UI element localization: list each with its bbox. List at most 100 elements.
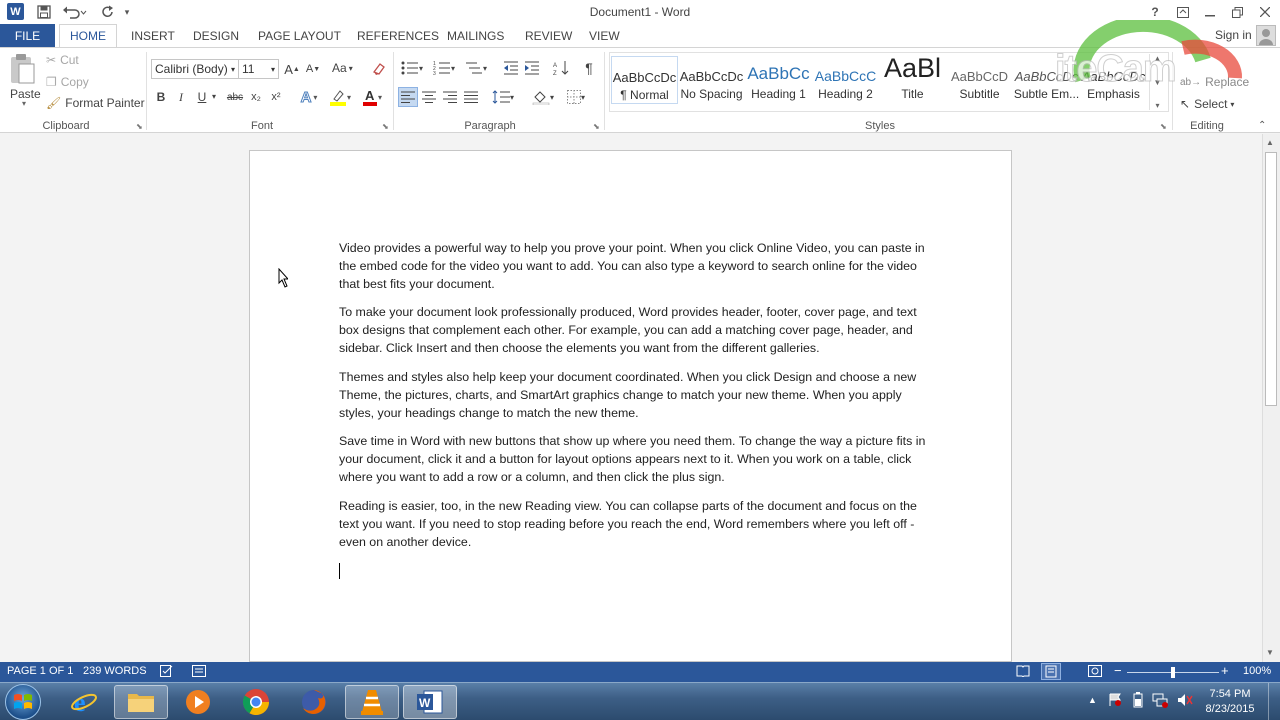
tab-design[interactable]: DESIGN — [183, 24, 249, 48]
tab-page-layout[interactable]: PAGE LAYOUT — [248, 24, 351, 48]
replace-button[interactable]: ab→ Replace — [1180, 75, 1249, 89]
font-color-icon[interactable]: A ▾ — [359, 87, 385, 107]
media-player-icon[interactable] — [171, 685, 225, 719]
help-button[interactable]: ? — [1142, 0, 1168, 24]
start-button[interactable] — [5, 684, 41, 720]
macro-icon[interactable] — [192, 665, 206, 680]
clock-date[interactable]: 8/23/2015 — [1198, 703, 1262, 715]
show-hidden-icons[interactable]: ▲ — [1088, 695, 1097, 705]
tab-mailings[interactable]: MAILINGS — [437, 24, 514, 48]
flag-icon[interactable] — [1108, 693, 1122, 710]
page-count[interactable]: PAGE 1 OF 1 — [7, 665, 73, 677]
word-count[interactable]: 239 WORDS — [83, 665, 147, 677]
sign-in-link[interactable]: Sign in — [1215, 28, 1252, 42]
paste-button[interactable]: Paste ▾ — [8, 54, 41, 114]
line-spacing-icon[interactable]: ▾ — [488, 87, 518, 107]
highlight-color-icon[interactable]: ▾ — [326, 87, 354, 107]
volume-icon[interactable] — [1177, 692, 1193, 711]
style-emphasis[interactable]: AaBbCcDc Emphasis — [1080, 56, 1147, 104]
internet-explorer-icon[interactable]: e — [57, 685, 111, 719]
tab-home[interactable]: HOME — [59, 24, 117, 48]
bullets-icon[interactable]: ▾ — [398, 58, 426, 78]
clipboard-launcher-icon[interactable]: ⬊ — [136, 122, 143, 131]
tab-references[interactable]: REFERENCES — [347, 24, 449, 48]
numbering-icon[interactable]: 1 2 3 ▾ — [430, 58, 458, 78]
chevron-up-icon[interactable]: ▲ — [1154, 54, 1162, 63]
show-formatting-marks-icon[interactable]: ¶ — [579, 58, 599, 78]
justify-icon[interactable] — [461, 87, 481, 107]
styles-scroll[interactable]: ▲ ▼ ▾ — [1149, 54, 1165, 110]
style-no-spacing[interactable]: AaBbCcDc No Spacing — [678, 56, 745, 104]
zoom-level[interactable]: 100% — [1243, 665, 1271, 677]
battery-icon[interactable] — [1133, 692, 1143, 711]
borders-icon[interactable]: ▾ — [562, 87, 590, 107]
scrollbar-thumb[interactable] — [1265, 152, 1277, 406]
collapse-ribbon-icon[interactable]: ⌃ — [1258, 120, 1266, 131]
styles-launcher-icon[interactable]: ⬊ — [1160, 122, 1167, 131]
decrease-indent-icon[interactable] — [501, 58, 521, 78]
zoom-in-button[interactable]: + — [1221, 663, 1229, 678]
increase-indent-icon[interactable] — [522, 58, 542, 78]
cut-button[interactable]: ✂ Cut — [46, 53, 79, 67]
read-mode-icon[interactable] — [1016, 665, 1030, 680]
superscript-button[interactable]: x² — [266, 87, 286, 107]
shading-icon[interactable]: ▾ — [529, 87, 557, 107]
proofing-icon[interactable] — [160, 665, 174, 680]
network-icon[interactable] — [1152, 692, 1168, 711]
chrome-icon[interactable] — [229, 685, 283, 719]
vertical-scrollbar[interactable]: ▲ ▼ — [1262, 134, 1280, 662]
font-family-select[interactable]: Calibri (Body) ▾ — [151, 59, 239, 79]
paragraph-launcher-icon[interactable]: ⬊ — [593, 122, 600, 131]
tab-insert[interactable]: INSERT — [121, 24, 185, 48]
zoom-slider-thumb[interactable] — [1171, 667, 1175, 678]
font-size-select[interactable]: 11 ▾ — [238, 59, 279, 79]
avatar[interactable] — [1256, 25, 1276, 46]
restore-icon[interactable] — [1224, 0, 1250, 24]
more-styles-icon[interactable]: ▾ — [1155, 101, 1159, 110]
underline-button[interactable]: U — [192, 87, 212, 107]
style-subtitle[interactable]: AaBbCcD Subtitle — [946, 56, 1013, 104]
scroll-up-icon[interactable]: ▲ — [1266, 138, 1274, 147]
clock-time[interactable]: 7:54 PM — [1198, 688, 1262, 700]
close-icon[interactable] — [1252, 0, 1278, 24]
word-taskbar-icon[interactable]: W — [403, 685, 457, 719]
strikethrough-button[interactable]: abc — [224, 87, 246, 107]
doc-paragraph-1[interactable]: Video provides a powerful way to help yo… — [339, 240, 929, 293]
align-right-icon[interactable] — [440, 87, 460, 107]
show-desktop-button[interactable] — [1268, 683, 1280, 720]
style-heading-2[interactable]: AaBbCcC Heading 2 — [812, 56, 879, 104]
tab-review[interactable]: REVIEW — [515, 24, 582, 48]
align-left-icon[interactable] — [398, 87, 418, 107]
bold-button[interactable]: B — [151, 87, 171, 107]
style-subtle-emphasis[interactable]: AaBbCcDc Subtle Em... — [1013, 56, 1080, 104]
minimize-icon[interactable] — [1197, 0, 1223, 24]
print-layout-icon[interactable] — [1041, 663, 1061, 680]
style-title[interactable]: AaBl Title — [879, 56, 946, 104]
copy-button[interactable]: ❐ Copy — [46, 75, 89, 89]
sort-icon[interactable]: AZ — [551, 58, 571, 78]
ribbon-display-options-icon[interactable] — [1170, 0, 1196, 24]
shrink-font-icon[interactable]: A ▼ — [303, 59, 323, 79]
change-case-button[interactable]: Aa ▾ — [332, 61, 353, 75]
doc-paragraph-3[interactable]: Themes and styles also help keep your do… — [339, 369, 929, 422]
style-heading-1[interactable]: AaBbCc Heading 1 — [745, 56, 812, 104]
vlc-icon[interactable] — [345, 685, 399, 719]
web-layout-icon[interactable] — [1088, 665, 1102, 680]
chevron-down-icon[interactable]: ▼ — [1154, 78, 1162, 87]
doc-paragraph-2[interactable]: To make your document look professionall… — [339, 304, 929, 357]
clear-formatting-icon[interactable] — [369, 59, 389, 79]
zoom-out-button[interactable]: − — [1114, 663, 1122, 678]
font-launcher-icon[interactable]: ⬊ — [382, 122, 389, 131]
firefox-icon[interactable] — [287, 685, 341, 719]
format-painter-button[interactable]: 🖌 Format Painter — [46, 96, 145, 110]
file-explorer-icon[interactable] — [114, 685, 168, 719]
grow-font-icon[interactable]: A ▲ — [282, 59, 302, 79]
italic-button[interactable]: I — [171, 87, 191, 107]
subscript-button[interactable]: x₂ — [246, 87, 266, 107]
underline-dropdown-icon[interactable]: ▾ — [212, 92, 216, 101]
doc-paragraph-4[interactable]: Save time in Word with new buttons that … — [339, 433, 929, 486]
text-effects-icon[interactable]: A ▾ — [296, 87, 322, 107]
select-button[interactable]: ↖ Select ▾ — [1180, 97, 1234, 111]
style-normal[interactable]: AaBbCcDc ¶ Normal — [611, 56, 678, 104]
tab-view[interactable]: VIEW — [579, 24, 630, 48]
